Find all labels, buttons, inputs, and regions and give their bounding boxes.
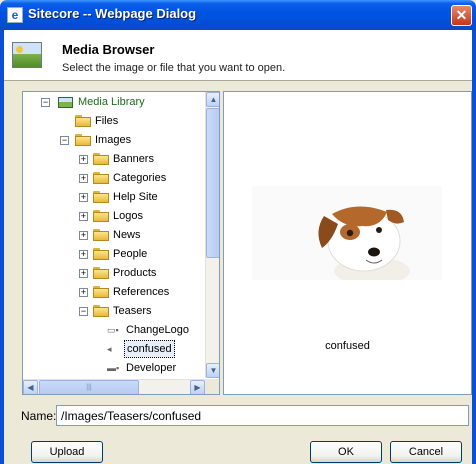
cancel-button[interactable]: Cancel xyxy=(390,441,462,463)
tree-item-label: Images xyxy=(95,134,132,146)
upload-button[interactable]: Upload xyxy=(31,441,103,463)
tree-item-label: People xyxy=(113,248,148,260)
ie-icon: e xyxy=(7,7,23,23)
dialog-title: Media Browser xyxy=(62,42,155,57)
scrollbar-corner xyxy=(205,379,219,394)
tree-vertical-scrollbar[interactable]: ▲ ▼ xyxy=(205,92,219,378)
tree-item-label: Banners xyxy=(113,153,154,165)
dog-preview-image xyxy=(252,186,442,280)
expand-icon[interactable]: + xyxy=(79,231,88,240)
vertical-scroll-thumb[interactable] xyxy=(206,108,219,258)
tree-item-label: Products xyxy=(113,267,157,279)
horizontal-scroll-thumb[interactable]: ||| xyxy=(39,380,139,394)
tree-item-label: Files xyxy=(95,115,119,127)
tree-item-label: References xyxy=(113,286,170,298)
scroll-right-button[interactable]: ▶ xyxy=(190,380,205,394)
collapse-icon[interactable]: − xyxy=(79,307,88,316)
window-frame-right xyxy=(472,30,476,464)
tree-item-label: Teasers xyxy=(113,305,152,317)
folder-icon xyxy=(93,210,109,222)
folder-icon xyxy=(93,172,109,184)
dialog-subtitle: Select the image or file that you want t… xyxy=(62,62,286,74)
folder-icon xyxy=(75,134,91,146)
folder-icon xyxy=(75,115,91,127)
folder-icon xyxy=(93,229,109,241)
name-label: Name: xyxy=(21,409,57,423)
image-file-icon: ▭▪ xyxy=(107,325,119,335)
tree-item-label: Media Library xyxy=(78,96,145,108)
tree-item-label-selected: confused xyxy=(124,340,175,358)
ok-button[interactable]: OK xyxy=(310,441,382,463)
expand-icon[interactable]: + xyxy=(79,155,88,164)
folder-icon xyxy=(93,191,109,203)
folder-icon xyxy=(93,248,109,260)
tree-item-label: News xyxy=(113,229,141,241)
close-button[interactable]: ✕ xyxy=(451,5,472,26)
image-file-icon: ◂ xyxy=(107,344,112,354)
expand-icon[interactable]: + xyxy=(79,174,88,183)
tree-item-label: Help Site xyxy=(113,191,158,203)
folder-icon xyxy=(93,153,109,165)
title-bar: e Sitecore -- Webpage Dialog ✕ xyxy=(0,0,476,30)
expand-icon[interactable]: + xyxy=(79,250,88,259)
dialog-header: Media Browser Select the image or file t… xyxy=(4,30,472,81)
folder-icon xyxy=(93,305,109,317)
name-input[interactable] xyxy=(56,405,469,426)
media-tree[interactable]: − Media Library Files − Images + Banners… xyxy=(22,91,220,395)
tree-horizontal-scrollbar[interactable]: ◀ ||| ▶ xyxy=(23,379,205,394)
preview-panel: confused xyxy=(223,91,472,395)
expand-icon[interactable]: + xyxy=(79,269,88,278)
preview-caption: confused xyxy=(325,340,370,352)
collapse-icon[interactable]: − xyxy=(41,98,50,107)
folder-icon xyxy=(93,267,109,279)
expand-icon[interactable]: + xyxy=(79,288,88,297)
scroll-down-button[interactable]: ▼ xyxy=(206,363,219,378)
expand-icon[interactable]: + xyxy=(79,193,88,202)
tree-item-label: Developer xyxy=(126,362,177,374)
window-title: Sitecore -- Webpage Dialog xyxy=(28,6,197,21)
tree-item-label: ChangeLogo xyxy=(126,324,190,336)
folder-icon xyxy=(93,286,109,298)
tree-item-label: Logos xyxy=(113,210,143,222)
media-library-icon xyxy=(58,97,73,108)
expand-icon[interactable]: + xyxy=(79,212,88,221)
tree-item-label: Categories xyxy=(113,172,167,184)
image-file-icon: ▬▪ xyxy=(107,363,120,373)
media-browser-icon xyxy=(12,42,42,68)
scroll-up-button[interactable]: ▲ xyxy=(206,92,219,107)
collapse-icon[interactable]: − xyxy=(60,136,69,145)
scroll-left-button[interactable]: ◀ xyxy=(23,380,38,394)
window-frame-left xyxy=(0,30,4,464)
